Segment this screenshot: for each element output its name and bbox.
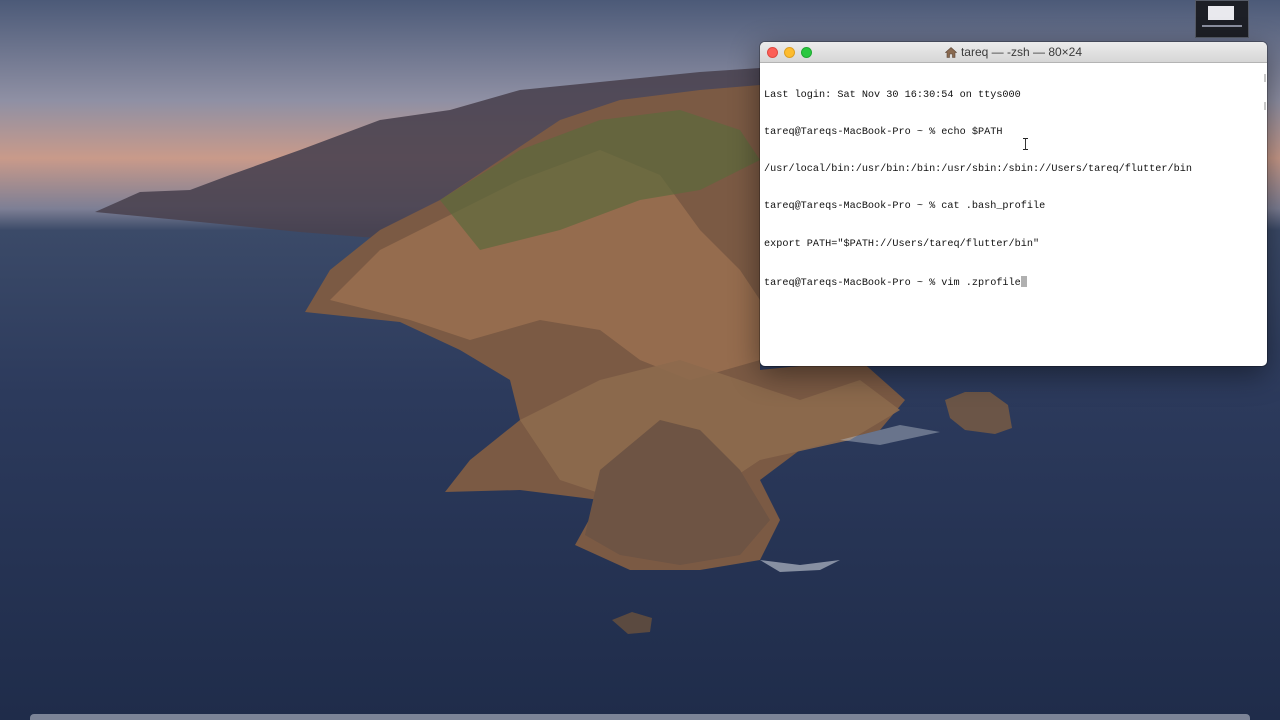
thumbnail-preview [1208, 6, 1234, 20]
traffic-lights [760, 46, 812, 58]
close-button[interactable] [767, 46, 778, 58]
home-icon [944, 46, 957, 58]
ibeam-cursor-icon [1023, 138, 1028, 150]
terminal-line: export PATH="$PATH://Users/tareq/flutter… [764, 238, 1040, 250]
text-cursor [1020, 275, 1027, 287]
terminal-line: tareq@Tareqs-MacBook-Pro ~ % cat .bash_p… [764, 201, 1046, 213]
scroll-marker [1264, 74, 1266, 82]
window-title-text: tareq — -zsh — 80×24 [960, 45, 1083, 59]
scroll-marker [1264, 102, 1266, 110]
terminal-window[interactable]: tareq — -zsh — 80×24 Last login: Sat Nov… [760, 42, 1267, 366]
thumbnail-line [1202, 25, 1242, 27]
terminal-line: tareq@Tareqs-MacBook-Pro ~ % echo $PATH [764, 127, 1003, 139]
screenshot-thumbnail[interactable] [1195, 0, 1249, 38]
terminal-line: /usr/local/bin:/usr/bin:/bin:/usr/sbin:/… [764, 164, 1192, 176]
minimize-button[interactable] [784, 46, 795, 58]
terminal-titlebar[interactable]: tareq — -zsh — 80×24 [760, 42, 1267, 63]
maximize-button[interactable] [801, 46, 812, 58]
dock[interactable] [30, 714, 1250, 720]
terminal-command-text: tareq@Tareqs-MacBook-Pro ~ % vim .zprofi… [764, 277, 1021, 289]
window-title: tareq — -zsh — 80×24 [760, 42, 1267, 62]
terminal-line: Last login: Sat Nov 30 16:30:54 on ttys0… [764, 89, 1021, 101]
terminal-output[interactable]: Last login: Sat Nov 30 16:30:54 on ttys0… [760, 63, 1267, 315]
terminal-prompt-line: tareq@Tareqs-MacBook-Pro ~ % vim .zprofi… [764, 275, 1263, 289]
